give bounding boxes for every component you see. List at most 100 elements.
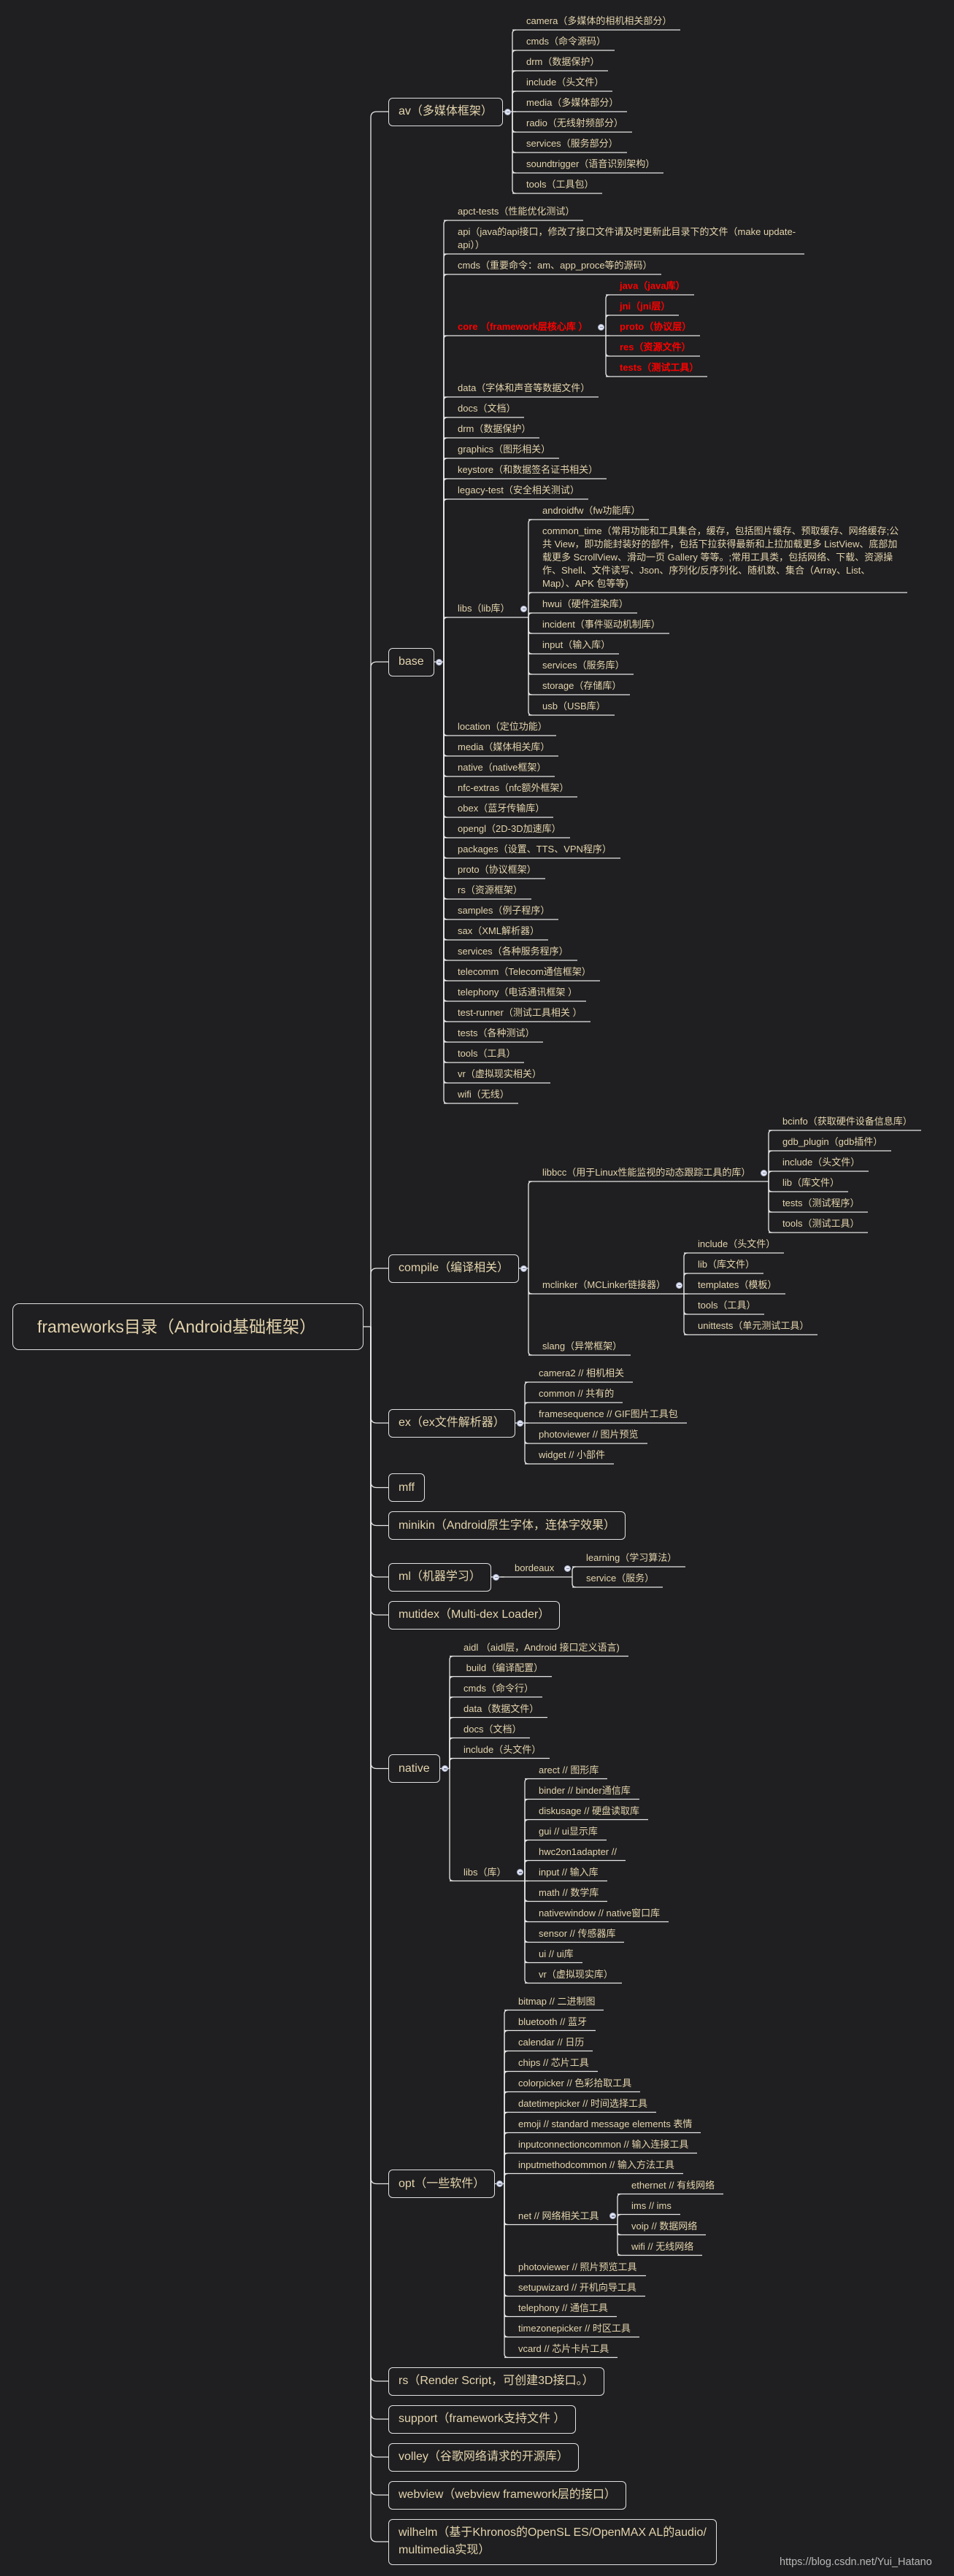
topic-av-soundtrigger[interactable]: soundtrigger（语音识别架构） [512,155,663,173]
topic-nlibs-nativewindow[interactable]: nativewindow // native窗口库 [525,1905,669,1922]
topic-nlibs-ui[interactable]: ui // ui库 [525,1946,582,1963]
collapse-toggle-icon[interactable] [761,1169,767,1176]
topic-compile-slang[interactable]: slang（异常框架） [528,1338,631,1355]
collapse-toggle-icon[interactable] [520,1265,527,1272]
topic-native-libs[interactable]: libs（库） [450,1864,515,1881]
topic-ml-bordeaux[interactable]: bordeaux [501,1559,563,1577]
topic-base-rs[interactable]: rs（资源框架） [444,882,531,899]
topic-wilhelm[interactable]: wilhelm（基于Khronos的OpenSL ES/OpenMAX AL的a… [388,2518,717,2565]
topic-base-media[interactable]: media（媒体相关库） [444,739,558,756]
topic-opt-inputmethodcommon[interactable]: inputmethodcommon // 输入方法工具 [504,2156,683,2174]
topic-ex[interactable]: ex（ex文件解析器） [388,1408,515,1438]
topic-libbcc-gdb-plugin[interactable]: gdb_plugin（gdb插件） [769,1133,891,1151]
topic-core-res[interactable]: res（资源文件） [606,339,700,356]
topic-ex-camera2[interactable]: camera2 // 相机相关 [525,1365,633,1382]
topic-nlibs-input[interactable]: input // 输入库 [525,1864,607,1881]
topic-opt-timezonepicker[interactable]: timezonepicker // 时区工具 [504,2320,639,2337]
topic-base-services[interactable]: services（各种服务程序） [444,943,577,960]
topic-nlibs-math[interactable]: math // 数学库 [525,1884,607,1902]
topic-base-libs[interactable]: libs（lib库） [444,600,519,617]
topic-base-wifi[interactable]: wifi（无线） [444,1086,518,1103]
root-topic[interactable]: frameworks目录（Android基础框架） [12,1303,363,1350]
topic-opt-chips[interactable]: chips // 芯片工具 [504,2054,598,2072]
topic-native-cmds[interactable]: cmds（命令行） [450,1680,542,1697]
topic-nlibs-vr[interactable]: vr（虚拟现实库） [525,1966,622,1983]
topic-base-legacy-test[interactable]: legacy-test（安全相关测试） [444,482,588,499]
topic-opt-net[interactable]: net // 网络相关工具 [504,2207,608,2225]
topic-compile[interactable]: compile（编译相关） [388,1254,520,1283]
topic-mclinker-lib[interactable]: lib（库文件） [684,1256,763,1273]
topic-base-nfc-extras[interactable]: nfc-extras（nfc额外框架） [444,779,577,797]
topic-base-keystore[interactable]: keystore（和数据签名证书相关） [444,461,607,479]
topic-libs-input[interactable]: input（输入库） [528,636,619,654]
topic-av-radio[interactable]: radio（无线射频部分） [512,115,632,132]
topic-rs[interactable]: rs（Render Script，可创建3D接口。） [388,2367,604,2396]
topic-core-jni[interactable]: jni（jni层） [606,298,679,315]
topic-mclinker-include[interactable]: include（头文件） [684,1235,784,1253]
topic-opt[interactable]: opt（一些软件） [388,2170,496,2198]
topic-opt-telephony[interactable]: telephony // 通信工具 [504,2299,617,2317]
topic-libs-common-time[interactable]: common_time（常用功能和工具集合，缓存，包括图片缓存、预取缓存、网络缓… [528,522,907,593]
topic-opt-datetimepicker[interactable]: datetimepicker // 时间选择工具 [504,2095,656,2113]
topic-ml[interactable]: ml（机器学习） [388,1562,491,1592]
topic-net-voip[interactable]: voip // 数据网络 [618,2218,706,2235]
collapse-toggle-icon[interactable] [436,658,442,666]
topic-mclinker-unittests[interactable]: unittests（单元测试工具） [684,1317,818,1335]
collapse-toggle-icon[interactable] [517,1419,523,1427]
collapse-toggle-icon[interactable] [520,605,527,612]
topic-core-java[interactable]: java（java库） [606,277,694,295]
topic-libs-usb[interactable]: usb（USB库） [528,698,615,715]
topic-native[interactable]: native [388,1754,440,1783]
topic-nlibs-arect[interactable]: arect // 图形库 [525,1762,607,1779]
topic-ex-widget[interactable]: widget // 小部件 [525,1446,614,1464]
topic-opt-setupwizard[interactable]: setupwizard // 开机向导工具 [504,2279,645,2297]
topic-base-obex[interactable]: obex（蓝牙传输库） [444,800,553,817]
topic-bordeaux-service[interactable]: service（服务） [572,1570,663,1587]
topic-nlibs-diskusage[interactable]: diskusage // 硬盘读取库 [525,1802,648,1820]
topic-base-apct-tests[interactable]: apct-tests（性能优化测试） [444,203,583,220]
topic-ex-common[interactable]: common // 共有的 [525,1385,623,1403]
topic-core-tests[interactable]: tests（测试工具） [606,359,707,377]
topic-opt-vcard[interactable]: vcard // 芯片卡片工具 [504,2340,618,2358]
topic-av-camera[interactable]: camera（多媒体的相机相关部分） [512,12,680,30]
topic-base-telephony[interactable]: telephony（电话通讯框架 ） [444,984,586,1001]
topic-native-docs[interactable]: docs（文档） [450,1721,530,1738]
collapse-toggle-icon[interactable] [564,1565,571,1572]
topic-native-aidl[interactable]: aidl （aidl层，Android 接口定义语言) [450,1639,628,1657]
collapse-toggle-icon[interactable] [517,1869,523,1875]
topic-av-tools[interactable]: tools（工具包） [512,176,602,193]
topic-opt-emoji[interactable]: emoji // standard message elements 表情 [504,2116,701,2133]
collapse-toggle-icon[interactable] [504,108,511,115]
topic-base[interactable]: base [388,647,434,676]
topic-ex-photoviewer[interactable]: photoviewer // 图片预览 [525,1426,647,1443]
collapse-toggle-icon[interactable] [496,2180,503,2187]
topic-support[interactable]: support（framework支持文件 ） [388,2405,576,2434]
topic-mff[interactable]: mff [388,1473,425,1502]
topic-base-api[interactable]: api（java的api接口，修改了接口文件请及时更新此目录下的文件（make … [444,223,804,254]
topic-base-tests[interactable]: tests（各种测试） [444,1025,543,1042]
topic-mutidex[interactable]: mutidex（Multi-dex Loader） [388,1600,561,1630]
topic-opt-photoviewer[interactable]: photoviewer // 照片预览工具 [504,2259,646,2276]
topic-minikin[interactable]: minikin（Android原生字体，连体字效果） [388,1511,626,1540]
topic-libbcc-include[interactable]: include（头文件） [769,1154,869,1171]
topic-opt-colorpicker[interactable]: colorpicker // 色彩拾取工具 [504,2075,640,2092]
topic-nlibs-binder[interactable]: binder // binder通信库 [525,1782,639,1800]
topic-base-docs[interactable]: docs（文档） [444,400,524,417]
topic-base-drm[interactable]: drm（数据保护） [444,420,539,438]
topic-base-test-runner[interactable]: test-runner（测试工具相关 ） [444,1004,591,1022]
topic-compile-libbcc[interactable]: libbcc（用于Linux性能监视的动态跟踪工具的库） [528,1164,759,1181]
topic-av-services[interactable]: services（服务部分） [512,135,627,153]
topic-ex-framesequence[interactable]: framesequence // GIF图片工具包 [525,1405,687,1423]
topic-native-include[interactable]: include（头文件） [450,1741,550,1759]
topic-mclinker-tools[interactable]: tools（工具） [684,1297,764,1314]
topic-net-wifi[interactable]: wifi // 无线网络 [618,2238,702,2256]
topic-native-build[interactable]: build（编译配置） [450,1659,552,1677]
topic-volley[interactable]: volley（谷歌网络请求的开源库） [388,2442,579,2472]
topic-opt-bitmap[interactable]: bitmap // 二进制图 [504,1993,604,2010]
topic-av-drm[interactable]: drm（数据保护） [512,53,608,71]
topic-libbcc-lib[interactable]: lib（库文件） [769,1174,848,1192]
topic-base-native[interactable]: native（native框架） [444,759,555,776]
topic-libs-services[interactable]: services（服务库） [528,657,634,674]
topic-av-include[interactable]: include（头文件） [512,74,612,91]
topic-libs-androidfw[interactable]: androidfw（fw功能库） [528,502,649,520]
